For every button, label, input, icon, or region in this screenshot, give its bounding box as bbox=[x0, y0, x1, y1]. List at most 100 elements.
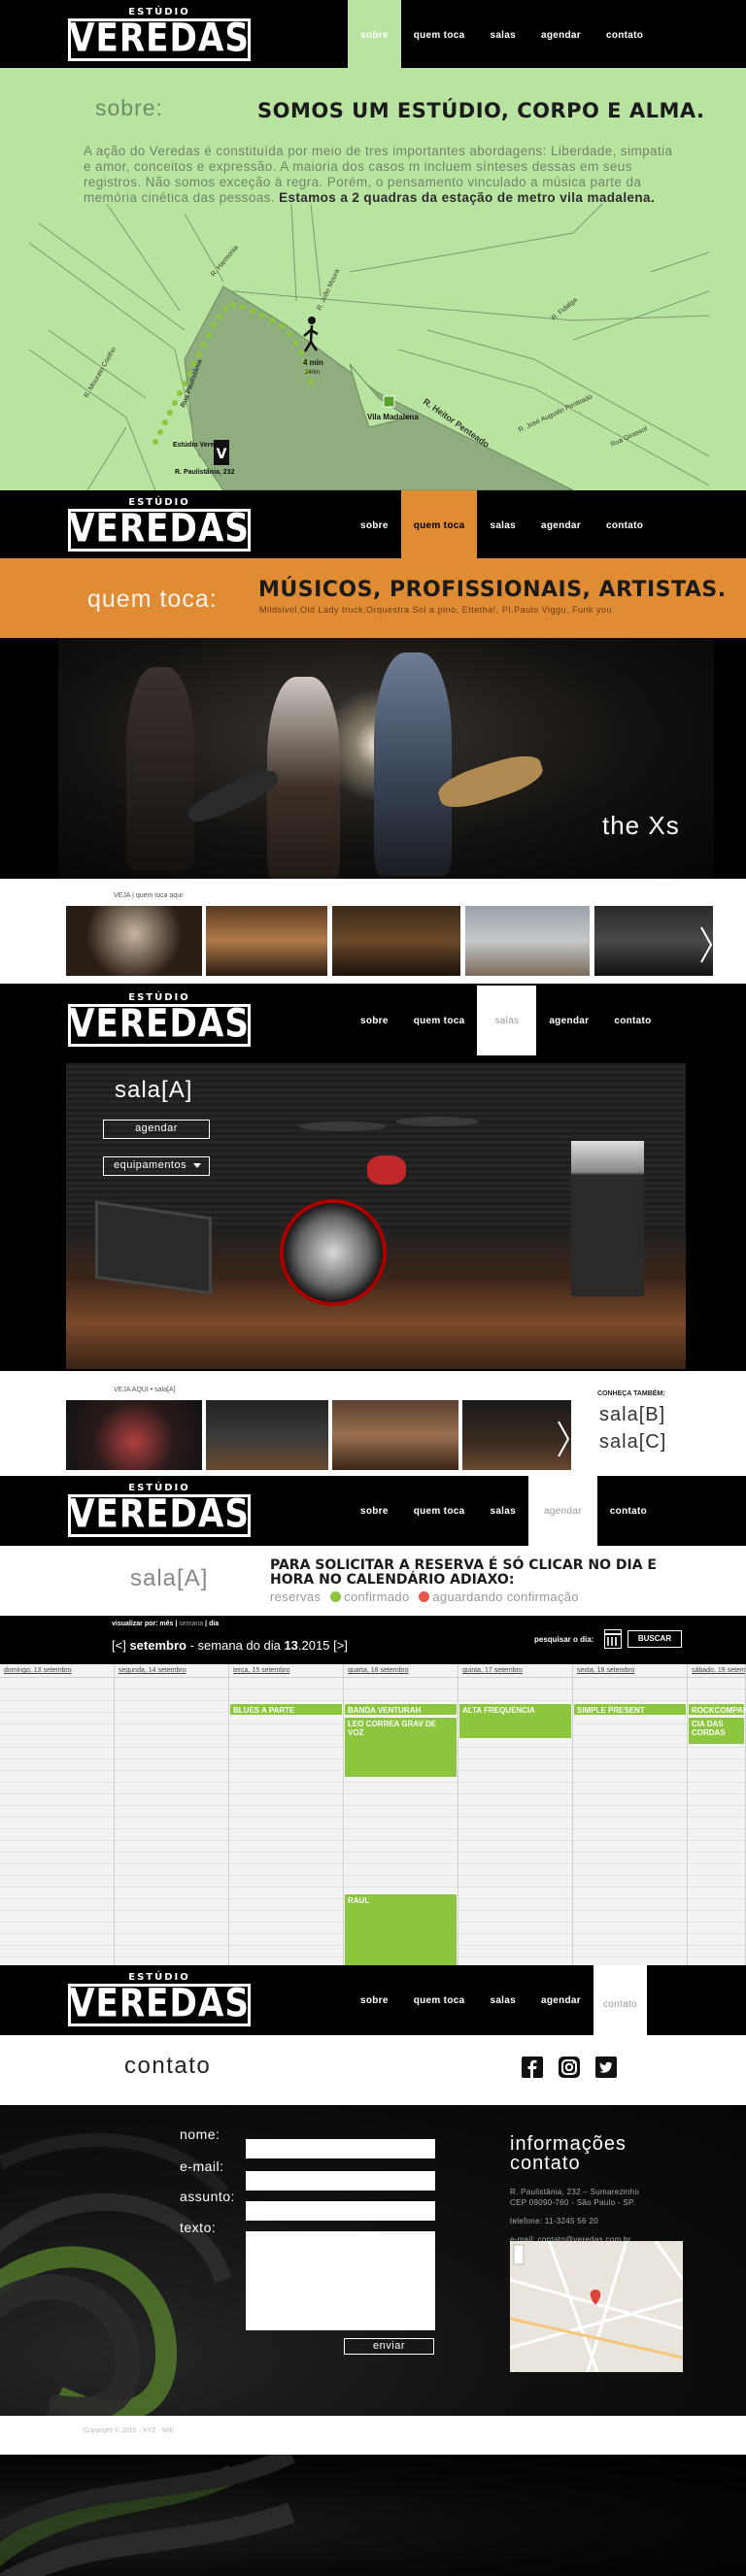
view-day[interactable]: dia bbox=[209, 1621, 219, 1627]
sala-equipamentos-dropdown[interactable]: equipamentos bbox=[103, 1156, 210, 1176]
nav-agendar[interactable]: agendar bbox=[528, 0, 593, 70]
calendar-day-header[interactable]: segunda, 14 setembro bbox=[115, 1664, 228, 1678]
nav-salas[interactable]: salas bbox=[477, 0, 528, 70]
calendar-event[interactable]: BANDA VENTURAH bbox=[345, 1703, 457, 1715]
band-thumb[interactable] bbox=[206, 906, 327, 976]
sala-thumb[interactable] bbox=[332, 1400, 458, 1470]
enviar-button[interactable]: enviar bbox=[344, 2338, 434, 2355]
band-thumb[interactable] bbox=[594, 906, 713, 976]
nav-sobre[interactable]: sobre bbox=[348, 986, 401, 1055]
nav-agendar[interactable]: agendar bbox=[528, 490, 593, 560]
calendar-event[interactable]: ROCKCOMPANY bbox=[689, 1703, 746, 1715]
facebook-icon[interactable] bbox=[522, 2057, 543, 2078]
instagram-icon[interactable] bbox=[559, 2057, 580, 2078]
nav-contato[interactable]: contato bbox=[593, 490, 656, 560]
calendar-slots[interactable] bbox=[229, 1678, 343, 1965]
nav-quem-toca[interactable]: quem toca bbox=[401, 1476, 478, 1546]
link-sala-c[interactable]: sala[C] bbox=[599, 1431, 666, 1454]
twitter-icon[interactable] bbox=[595, 2057, 617, 2078]
view-week[interactable]: semana bbox=[179, 1621, 203, 1627]
nav-sobre[interactable]: sobre bbox=[348, 490, 401, 560]
nav-salas[interactable]: salas bbox=[477, 1476, 528, 1546]
agendar-headline: PARA SOLICITAR A RESERVA É SÓ CLICAR NO … bbox=[270, 1557, 657, 1588]
footer-decoration bbox=[0, 2455, 746, 2576]
logo[interactable]: ESTÚDIO VEREDAS bbox=[68, 497, 251, 553]
calendar-icon[interactable] bbox=[604, 1629, 622, 1649]
calendar-day-column[interactable]: quinta, 17 setembro ALTA FREQUENCIA bbox=[458, 1664, 573, 1965]
nav-quem-toca[interactable]: quem toca bbox=[401, 0, 478, 70]
search-button[interactable]: BUSCAR bbox=[627, 1630, 682, 1648]
nav-contato[interactable]: contato bbox=[593, 0, 656, 70]
prev-week-icon[interactable]: [<] bbox=[112, 1638, 126, 1653]
nav-salas[interactable]: salas bbox=[477, 986, 537, 1055]
nav-agendar[interactable]: agendar bbox=[528, 1965, 593, 2035]
calendar-event[interactable]: ALTA FREQUENCIA bbox=[459, 1703, 571, 1738]
location-map[interactable]: R. Mourato Coelho Rua Paulistânia R. Hei… bbox=[29, 204, 709, 490]
calendar-day-header[interactable]: terça, 15 setembro bbox=[229, 1664, 343, 1678]
logo[interactable]: ESTÚDIO VEREDAS bbox=[68, 7, 251, 63]
sala-gallery-next-icon[interactable] bbox=[557, 1420, 570, 1458]
quem-toca-label: quem toca: bbox=[87, 585, 218, 613]
contato-banner: contato bbox=[0, 2035, 746, 2105]
nav-quem-toca[interactable]: quem toca bbox=[400, 490, 478, 560]
band-thumb[interactable] bbox=[332, 906, 460, 976]
nav-quem-toca[interactable]: quem toca bbox=[401, 1965, 478, 2035]
sala-thumb[interactable] bbox=[66, 1400, 202, 1470]
nav-salas[interactable]: salas bbox=[477, 490, 528, 560]
nome-input[interactable] bbox=[246, 2139, 435, 2158]
texto-textarea[interactable] bbox=[246, 2231, 435, 2330]
nav-sobre[interactable]: sobre bbox=[348, 1476, 401, 1546]
address-line-2: CEP 09090-760 - São Paulo - SP. bbox=[510, 2198, 636, 2207]
sala-thumb[interactable] bbox=[206, 1400, 328, 1470]
nav-contato[interactable]: contato bbox=[597, 1476, 660, 1546]
logo-text: VEREDAS bbox=[69, 1490, 250, 1537]
calendar-day-header[interactable]: quarta, 16 setembro bbox=[344, 1664, 458, 1678]
calendar-day-header[interactable]: sexta, 18 setembro bbox=[573, 1664, 687, 1678]
email-input[interactable] bbox=[246, 2171, 435, 2191]
nav-agendar[interactable]: agendar bbox=[536, 986, 601, 1055]
calendar-day-column[interactable]: sábado, 19 setembro ROCKCOMPANY CIA DAS CO… bbox=[688, 1664, 746, 1965]
calendar-slots[interactable] bbox=[0, 1678, 114, 1965]
calendar-slots[interactable] bbox=[115, 1678, 228, 1965]
week-calendar[interactable]: domingo, 13 setembro segunda, 14 setembro… bbox=[0, 1664, 746, 1965]
calendar-event[interactable]: SIMPLE PRESENT bbox=[574, 1703, 686, 1715]
nav-salas[interactable]: salas bbox=[477, 1965, 528, 2035]
sala-agendar-button[interactable]: agendar bbox=[103, 1120, 210, 1139]
calendar-day-header[interactable]: quinta, 17 setembro bbox=[458, 1664, 572, 1678]
amp-stack bbox=[571, 1141, 644, 1296]
logo[interactable]: ESTÚDIO VEREDAS bbox=[68, 1972, 251, 2028]
band-thumb[interactable] bbox=[66, 906, 202, 976]
link-sala-b[interactable]: sala[B] bbox=[599, 1404, 665, 1426]
contact-minimap[interactable] bbox=[510, 2241, 683, 2372]
walk-time: 4 min bbox=[303, 358, 323, 367]
nav-sobre[interactable]: sobre bbox=[348, 1965, 401, 2035]
assunto-input[interactable] bbox=[246, 2201, 435, 2221]
main-nav: sobre quem toca salas agendar contato bbox=[348, 1476, 660, 1546]
calendar-day-column[interactable]: terça, 15 setembro BLUES A PARTE bbox=[229, 1664, 344, 1965]
calendar-event[interactable]: CIA DAS CORDAS bbox=[689, 1717, 744, 1744]
calendar-event[interactable]: BLUES A PARTE bbox=[230, 1703, 342, 1715]
calendar-day-header[interactable]: sábado, 19 setembro bbox=[688, 1664, 745, 1678]
band-thumb[interactable] bbox=[465, 906, 590, 976]
view-month[interactable]: mês bbox=[159, 1621, 173, 1627]
nav-agendar[interactable]: agendar bbox=[527, 1476, 597, 1546]
quem-toca-headline: MÚSICOS, PROFISSIONAIS, ARTISTAS. bbox=[258, 578, 727, 602]
nav-sobre[interactable]: sobre bbox=[348, 0, 401, 70]
nav-quem-toca[interactable]: quem toca bbox=[401, 986, 478, 1055]
calendar-day-column[interactable]: quarta, 16 setembro BANDA VENTURAH LEO COR… bbox=[344, 1664, 458, 1965]
nav-contato[interactable]: contato bbox=[601, 986, 663, 1055]
gallery-next-icon[interactable] bbox=[699, 925, 713, 964]
nav-contato[interactable]: contato bbox=[593, 1965, 647, 2043]
logo[interactable]: ESTÚDIO VEREDAS bbox=[68, 1483, 251, 1539]
calendar-day-column[interactable]: segunda, 14 setembro bbox=[115, 1664, 229, 1965]
map-street-jose: R. José Augusto Penteado bbox=[518, 393, 593, 433]
sala-thumb[interactable] bbox=[462, 1400, 571, 1470]
calendar-event[interactable]: LEO CORREA GRAV DE VOZ bbox=[345, 1717, 457, 1777]
calendar-day-column[interactable]: domingo, 13 setembro bbox=[0, 1664, 115, 1965]
calendar-day-column[interactable]: sexta, 18 setembro SIMPLE PRESENT bbox=[573, 1664, 688, 1965]
calendar-event[interactable]: RAUL bbox=[345, 1893, 457, 1965]
next-week-icon[interactable]: [>] bbox=[333, 1638, 348, 1653]
calendar-day-header[interactable]: domingo, 13 setembro bbox=[0, 1664, 114, 1678]
logo[interactable]: ESTÚDIO VEREDAS bbox=[68, 992, 251, 1049]
calendar-slots[interactable] bbox=[573, 1678, 687, 1965]
